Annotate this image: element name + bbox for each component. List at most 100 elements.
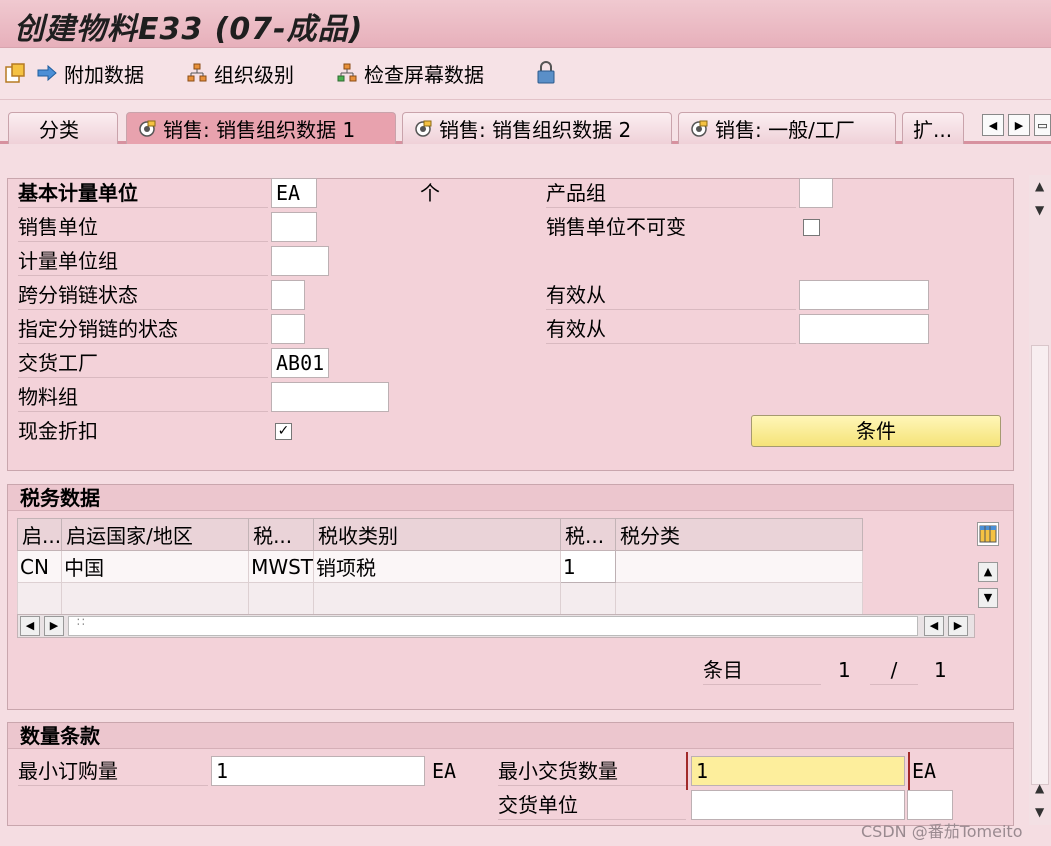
division-label: 产品组 xyxy=(546,178,796,208)
vscroll-thumb[interactable] xyxy=(1031,345,1049,785)
window-title: 创建物料E33 (07-成品) xyxy=(14,12,364,47)
triangle-left-icon: ◀ xyxy=(988,118,998,132)
hscroll-left-end-button[interactable]: ◀ xyxy=(924,616,944,636)
division-field[interactable] xyxy=(799,178,833,208)
entry-total: 1 xyxy=(934,658,947,682)
org-levels-label: 组织级别 xyxy=(214,62,294,87)
other-view-button[interactable] xyxy=(4,58,26,88)
tab-sales-org-1-label: 销售: 销售组织数据 1 xyxy=(163,118,356,142)
cash-discount-checkbox[interactable]: ✓ xyxy=(275,423,292,440)
cell-empty xyxy=(16,582,63,615)
min-order-unit: EA xyxy=(432,759,457,783)
cell-tax-class-input[interactable]: 1 xyxy=(560,550,617,583)
tab-sales-general-plant-label: 销售: 一般/工厂 xyxy=(715,118,855,142)
valid-from-field-1[interactable] xyxy=(799,280,929,310)
col-tax-class-short[interactable]: 税... xyxy=(560,518,617,551)
min-delivery-unit: EA xyxy=(912,759,937,783)
conditions-button[interactable]: 条件 xyxy=(751,415,1001,447)
application-toolbar: 附加数据 组织级别 检查屏幕数据 xyxy=(0,48,1051,100)
org-levels-button[interactable]: 组织级别 xyxy=(186,58,294,88)
quantity-title: 数量条款 xyxy=(8,723,1013,749)
scroll-down-icon[interactable]: ▼ xyxy=(1035,203,1044,217)
lock-button[interactable] xyxy=(536,58,556,88)
uom-group-label: 计量单位组 xyxy=(18,246,268,276)
col-tax-category[interactable]: 税收类别 xyxy=(313,518,562,551)
cell-empty xyxy=(248,582,315,615)
table-scroll-up-button[interactable]: ▲ xyxy=(978,562,998,582)
scroll-up-icon[interactable]: ▲ xyxy=(1035,781,1044,795)
cell-tax-class-desc xyxy=(615,550,864,583)
additional-data-button[interactable]: 附加数据 xyxy=(36,58,144,88)
col-tax-classification[interactable]: 税分类 xyxy=(615,518,864,551)
other-view-icon xyxy=(5,63,25,83)
tab-sales-org-2[interactable]: 销售: 销售组织数据 2 xyxy=(402,112,672,144)
valid-from-field-2[interactable] xyxy=(799,314,929,344)
tab-scroll-right-button[interactable]: ▶ xyxy=(1008,114,1030,136)
base-uom-text: 个 xyxy=(420,181,440,205)
cell-tax-category: MWST xyxy=(248,550,315,583)
table-row xyxy=(16,582,864,615)
scroll-up-icon[interactable]: ▲ xyxy=(1035,179,1044,193)
table-scroll-down-button[interactable]: ▼ xyxy=(978,588,998,608)
min-order-field[interactable]: 1 xyxy=(211,756,425,786)
scroll-down-icon[interactable]: ▼ xyxy=(1035,805,1044,819)
cell-country-name: 中国 xyxy=(61,550,250,583)
tab-strip: 分类 销售: 销售组织数据 1 销售: 销售组织数据 2 销售: 一般/工厂 扩… xyxy=(0,100,1051,144)
tax-table: 启... 启运国家/地区 税... 税收类别 税... 税分类 CN 中国 MW… xyxy=(16,518,864,615)
tab-list-button[interactable]: ▭ xyxy=(1034,114,1051,136)
sales-tab-icon xyxy=(139,120,156,137)
sales-tab-icon xyxy=(691,120,708,137)
xchain-status-label: 跨分销链状态 xyxy=(18,280,268,310)
column-layout-button[interactable] xyxy=(977,522,999,546)
col-departure-country[interactable]: 启... xyxy=(16,518,63,551)
sales-unit-label: 销售单位 xyxy=(18,212,268,242)
col-tax-category-short[interactable]: 税... xyxy=(248,518,315,551)
additional-data-label: 附加数据 xyxy=(64,62,144,87)
check-screen-data-label: 检查屏幕数据 xyxy=(364,62,484,87)
sales-unit-fixed-checkbox[interactable] xyxy=(803,219,820,236)
dchain-status-field[interactable] xyxy=(271,314,305,344)
xchain-status-field[interactable] xyxy=(271,280,305,310)
triangle-right-icon: ▶ xyxy=(1014,118,1024,132)
delivery-unit-field[interactable] xyxy=(691,790,905,820)
dchain-status-label: 指定分销链的状态 xyxy=(18,314,268,344)
hscroll-right-button[interactable]: ▶ xyxy=(44,616,64,636)
tab-sales-general-plant[interactable]: 销售: 一般/工厂 xyxy=(678,112,896,144)
base-uom-field[interactable]: EA xyxy=(271,178,317,208)
base-uom-label: 基本计量单位 xyxy=(18,178,268,208)
delivering-plant-field[interactable]: AB01 xyxy=(271,348,329,378)
vertical-scrollbar[interactable]: ▲ ▼ ▲ ▼ xyxy=(1029,175,1051,825)
delivery-unit-label: 交货单位 xyxy=(498,790,686,820)
tab-sales-org-1[interactable]: 销售: 销售组织数据 1 xyxy=(126,112,396,144)
watermark: CSDN @番茄Tomeito xyxy=(861,822,1023,841)
material-group-label: 物料组 xyxy=(18,382,268,412)
delivery-unit-uom-field[interactable] xyxy=(907,790,953,820)
uom-group-field[interactable] xyxy=(271,246,329,276)
tax-data-title: 税务数据 xyxy=(8,485,1013,511)
sales-unit-field[interactable] xyxy=(271,212,317,242)
hscroll-thumb[interactable]: ∷ xyxy=(68,615,918,636)
table-columns-icon xyxy=(979,525,997,543)
tab-scroll-left-button[interactable]: ◀ xyxy=(982,114,1004,136)
triangle-right-icon: ▶ xyxy=(49,619,59,632)
tab-classification[interactable]: 分类 xyxy=(8,112,118,144)
col-departure-country-name[interactable]: 启运国家/地区 xyxy=(61,518,250,551)
arrow-right-icon xyxy=(37,64,57,82)
cash-discount-label: 现金折扣 xyxy=(18,419,98,443)
checkmark-icon: ✓ xyxy=(277,423,290,439)
hscroll-left-button[interactable]: ◀ xyxy=(20,616,40,636)
table-horizontal-scrollbar[interactable]: ◀ ▶ ∷ ◀ ▶ xyxy=(17,614,975,638)
entry-label: 条目 xyxy=(703,655,821,685)
hscroll-right-end-button[interactable]: ▶ xyxy=(948,616,968,636)
entry-current: 1 xyxy=(838,658,851,682)
cell-country: CN xyxy=(16,550,63,583)
tab-extended[interactable]: 扩... xyxy=(902,112,964,144)
material-group-field[interactable] xyxy=(271,382,389,412)
tax-table-header: 启... 启运国家/地区 税... 税收类别 税... 税分类 xyxy=(16,518,864,551)
cell-tax-category-name: 销项税 xyxy=(313,550,562,583)
entry-separator: / xyxy=(870,655,918,685)
triangle-up-icon: ▲ xyxy=(983,565,993,578)
min-order-label: 最小订购量 xyxy=(18,756,208,786)
check-screen-data-button[interactable]: 检查屏幕数据 xyxy=(336,58,484,88)
table-row: CN 中国 MWST 销项税 1 xyxy=(16,550,864,583)
